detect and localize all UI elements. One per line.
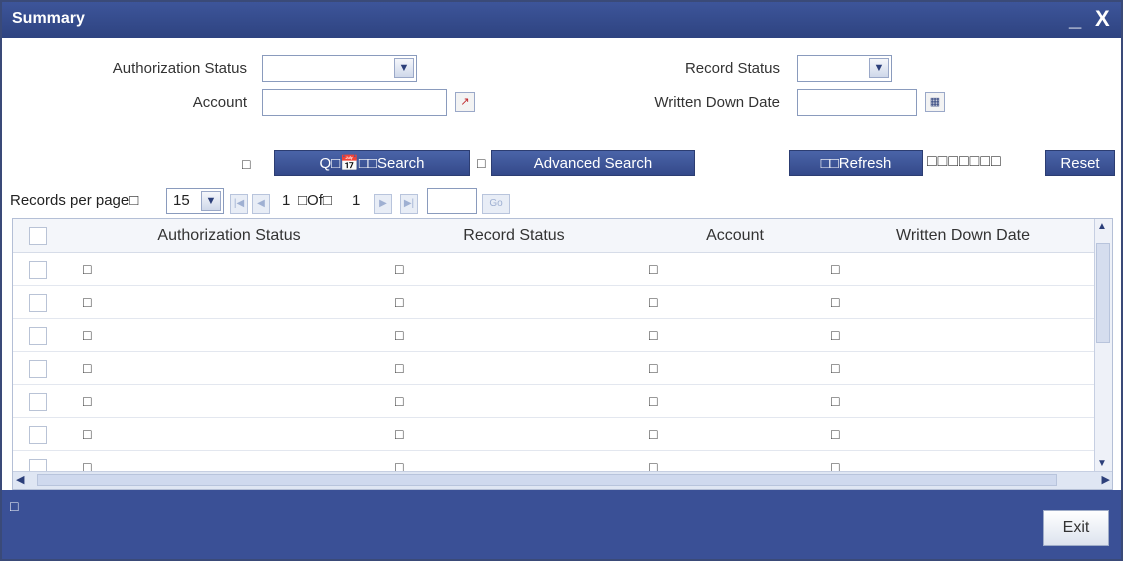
column-written-down-date[interactable]: Written Down Date (828, 227, 1098, 245)
cell-record-status: □ (395, 426, 404, 442)
cell-account: □ (649, 261, 658, 277)
record-status-select[interactable]: ▼ (797, 55, 892, 82)
cell-record-status: □ (395, 261, 404, 277)
cell-authorization-status: □ (83, 294, 92, 310)
cell-written-down-date: □ (831, 327, 840, 343)
next-page-icon[interactable]: ▶ (374, 194, 392, 214)
scroll-down-icon[interactable]: ▼ (1097, 458, 1107, 469)
records-per-page-select[interactable]: 15 ▼ (166, 188, 224, 214)
cell-account: □ (649, 327, 658, 343)
search-separator-mark: □ (477, 155, 486, 171)
search-button[interactable]: Q□📅□□Search (274, 150, 470, 176)
records-per-page-value: 15 (173, 192, 190, 209)
cell-written-down-date: □ (831, 294, 840, 310)
authorization-status-label: Authorization Status (112, 60, 247, 77)
vertical-scroll-thumb[interactable] (1096, 243, 1110, 343)
authorization-status-select[interactable]: ▼ (262, 55, 417, 82)
cell-record-status: □ (395, 360, 404, 376)
calendar-icon[interactable]: ▦ (925, 92, 945, 112)
row-checkbox[interactable] (29, 426, 47, 444)
record-status-label: Record Status (684, 60, 780, 77)
title-bar: Summary _ X (2, 2, 1121, 38)
cell-account: □ (649, 393, 658, 409)
account-input[interactable] (262, 89, 447, 116)
cell-account: □ (649, 294, 658, 310)
prev-page-icon[interactable]: ◀ (252, 194, 270, 214)
row-checkbox[interactable] (29, 327, 47, 345)
window-title: Summary (12, 10, 85, 27)
account-label: Account (192, 94, 247, 111)
lookup-icon[interactable]: ↗ (455, 92, 475, 112)
table-row[interactable]: □ □ □ □ (13, 418, 1108, 451)
total-pages: 1 (352, 192, 361, 209)
cell-account: □ (649, 360, 658, 376)
scroll-up-icon[interactable]: ▲ (1097, 221, 1107, 232)
cell-authorization-status: □ (83, 393, 92, 409)
close-button[interactable]: X (1095, 6, 1110, 32)
search-leading-mark: □ (242, 156, 251, 172)
horizontal-scroll-thumb[interactable] (37, 474, 1057, 486)
column-authorization-status[interactable]: Authorization Status (79, 227, 379, 245)
scroll-left-icon[interactable]: ◀ (16, 473, 24, 486)
row-checkbox[interactable] (29, 360, 47, 378)
cell-written-down-date: □ (831, 393, 840, 409)
cell-authorization-status: □ (83, 426, 92, 442)
row-checkbox[interactable] (29, 294, 47, 312)
table-row[interactable]: □ □ □ □ (13, 385, 1108, 418)
advanced-search-button[interactable]: Advanced Search (491, 150, 695, 176)
cell-authorization-status: □ (83, 360, 92, 376)
cell-account: □ (649, 426, 658, 442)
of-label: □Of□ (298, 192, 332, 209)
table-row[interactable]: □ □ □ □ (13, 253, 1108, 286)
current-page: 1 (282, 192, 291, 209)
written-down-date-label: Written Down Date (654, 94, 780, 111)
scroll-right-icon[interactable]: ▶ (1102, 473, 1110, 486)
written-down-date-input[interactable] (797, 89, 917, 116)
reset-button[interactable]: Reset (1045, 150, 1115, 176)
reset-prefix-marks: □□□□□□□ (927, 153, 1002, 170)
table-row[interactable]: □ □ □ □ (13, 319, 1108, 352)
cell-authorization-status: □ (83, 327, 92, 343)
summary-window: Summary _ X Authorization Status ▼ Accou… (0, 0, 1123, 561)
table-row[interactable]: □ □ □ □ (13, 286, 1108, 319)
refresh-button[interactable]: □□Refresh (789, 150, 923, 176)
select-all-checkbox[interactable] (29, 227, 47, 245)
first-page-icon[interactable]: |◀ (230, 194, 248, 214)
minimize-button[interactable]: _ (1069, 6, 1081, 32)
vertical-scrollbar[interactable]: ▲ ▼ (1094, 219, 1112, 471)
row-checkbox[interactable] (29, 261, 47, 279)
horizontal-scrollbar[interactable]: ◀ ▶ (13, 471, 1112, 489)
table-row[interactable]: □ □ □ □ (13, 352, 1108, 385)
column-account[interactable]: Account (645, 227, 825, 245)
cell-authorization-status: □ (83, 261, 92, 277)
row-checkbox[interactable] (29, 393, 47, 411)
exit-button[interactable]: Exit (1043, 510, 1109, 546)
column-record-status[interactable]: Record Status (389, 227, 639, 245)
status-mark: □ (10, 498, 19, 514)
cell-record-status: □ (395, 294, 404, 310)
goto-page-input[interactable] (427, 188, 477, 214)
cell-written-down-date: □ (831, 426, 840, 442)
cell-record-status: □ (395, 327, 404, 343)
cell-record-status: □ (395, 393, 404, 409)
summary-table: Authorization Status Record Status Accou… (12, 218, 1113, 490)
table-header: Authorization Status Record Status Accou… (13, 219, 1108, 253)
records-per-page-label: Records per page□ (10, 192, 139, 209)
go-button[interactable]: Go (482, 194, 510, 214)
last-page-icon[interactable]: ▶| (400, 194, 418, 214)
chevron-down-icon[interactable]: ▼ (201, 191, 221, 211)
cell-written-down-date: □ (831, 261, 840, 277)
chevron-down-icon[interactable]: ▼ (394, 58, 414, 78)
chevron-down-icon[interactable]: ▼ (869, 58, 889, 78)
cell-written-down-date: □ (831, 360, 840, 376)
footer-bar: □ Exit (2, 490, 1121, 559)
